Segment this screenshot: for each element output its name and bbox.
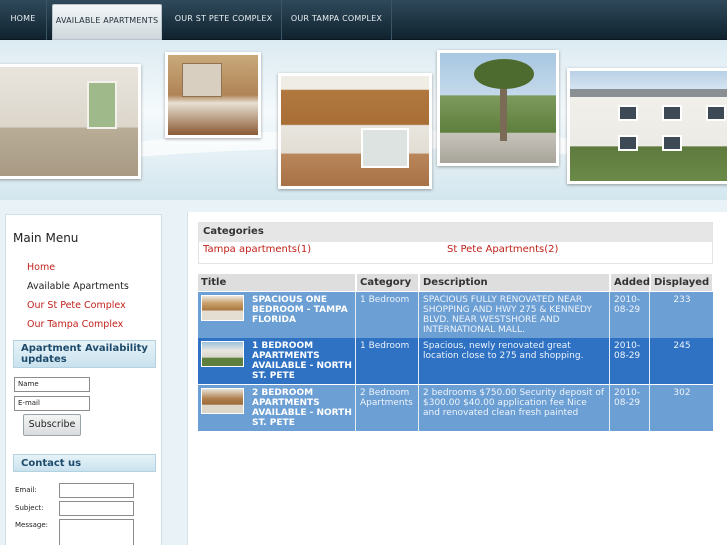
column-header-added[interactable]: Added	[611, 274, 650, 291]
header-banner	[0, 40, 727, 200]
listing-title[interactable]: 2 BEDROOM APARTMENTS AVAILABLE - NORTH S…	[252, 388, 354, 428]
listing-added-date: 2010-08-29	[611, 338, 650, 384]
column-header-description[interactable]: Description	[420, 274, 610, 291]
nav-st-pete-complex[interactable]: OUR ST PETE COMPLEX	[166, 0, 282, 40]
nav-tampa-complex[interactable]: OUR TAMPA COMPLEX	[282, 0, 392, 40]
banner-photo-bathroom	[165, 52, 261, 138]
categories-box: Categories Tampa apartments(1) St Pete A…	[198, 222, 713, 264]
main-content: Categories Tampa apartments(1) St Pete A…	[187, 212, 727, 545]
listing-description: SPACIOUS FULLY RENOVATED NEAR SHOPPING A…	[420, 292, 610, 338]
contact-email-label: Email:	[15, 486, 37, 494]
categories-title: Categories	[199, 223, 712, 242]
column-header-title[interactable]: Title	[198, 274, 356, 291]
menu-item-st-pete-complex[interactable]: Our St Pete Complex	[27, 300, 126, 311]
banner-photo-kitchen	[278, 73, 432, 189]
menu-item-available-apartments[interactable]: Available Apartments	[27, 281, 129, 292]
listing-title-cell[interactable]: 1 BEDROOM APARTMENTS AVAILABLE - NORTH S…	[198, 338, 356, 384]
listing-displayed-count: 245	[673, 341, 691, 351]
listing-title[interactable]: SPACIOUS ONE BEDROOM - TAMPA FLORIDA	[252, 295, 354, 325]
listing-displayed-count: 302	[673, 388, 691, 398]
name-field[interactable]: Name	[14, 377, 90, 392]
table-row[interactable]: SPACIOUS ONE BEDROOM - TAMPA FLORIDA 1 B…	[198, 292, 713, 338]
contact-subject-label: Subject:	[15, 504, 44, 512]
nav-available-apartments[interactable]: AVAILABLE APARTMENTS	[52, 4, 162, 40]
top-navigation: HOME AVAILABLE APARTMENTS OUR ST PETE CO…	[0, 0, 727, 40]
listing-category: 1 Bedroom	[357, 338, 419, 384]
contact-message-textarea[interactable]	[59, 519, 134, 545]
roof	[570, 89, 727, 97]
listing-added-date: 2010-08-29	[611, 385, 650, 431]
subscribe-button[interactable]: Subscribe	[23, 414, 81, 436]
listing-category: 1 Bedroom	[357, 292, 419, 338]
window	[87, 81, 117, 129]
table-row[interactable]: 2 BEDROOM APARTMENTS AVAILABLE - NORTH S…	[198, 385, 713, 431]
window	[361, 128, 409, 168]
menu-item-home[interactable]: Home	[27, 262, 55, 273]
window	[662, 135, 682, 151]
menu-item-tampa-complex[interactable]: Our Tampa Complex	[27, 319, 123, 330]
listing-description: 2 bedrooms $750.00 Security deposit of $…	[420, 385, 610, 431]
column-header-displayed[interactable]: Displayed	[651, 274, 713, 291]
listing-added-date: 2010-08-29	[611, 292, 650, 338]
contact-message-label: Message:	[15, 521, 49, 529]
contact-subject-input[interactable]	[59, 501, 134, 516]
contact-us-heading: Contact us	[13, 454, 156, 472]
nav-home[interactable]: HOME	[0, 0, 47, 40]
main-menu-title: Main Menu	[13, 231, 79, 245]
listing-thumbnail[interactable]	[201, 341, 244, 367]
availability-updates-heading: Apartment Availability updates	[13, 340, 156, 368]
listing-title-cell[interactable]: 2 BEDROOM APARTMENTS AVAILABLE - NORTH S…	[198, 385, 356, 431]
mirror	[182, 63, 222, 97]
listing-title[interactable]: 1 BEDROOM APARTMENTS AVAILABLE - NORTH S…	[252, 341, 354, 381]
banner-photo-palm-tree	[437, 50, 559, 166]
table-row[interactable]: 1 BEDROOM APARTMENTS AVAILABLE - NORTH S…	[198, 338, 713, 384]
palm-leaves	[474, 59, 534, 89]
window	[618, 105, 638, 121]
category-link-tampa[interactable]: Tampa apartments(1)	[203, 244, 311, 255]
contact-email-input[interactable]	[59, 483, 134, 498]
window	[706, 105, 726, 121]
listing-displayed-count: 233	[673, 295, 691, 305]
banner-photo-empty-room	[0, 64, 141, 179]
banner-photo-building	[567, 68, 727, 184]
listing-thumbnail[interactable]	[201, 388, 244, 414]
listing-title-cell[interactable]: SPACIOUS ONE BEDROOM - TAMPA FLORIDA	[198, 292, 356, 338]
listing-category: 2 Bedroom Apartments	[357, 385, 419, 431]
email-field[interactable]: E-mail	[14, 396, 90, 411]
window	[662, 105, 682, 121]
listing-description: Spacious, newly renovated great location…	[420, 338, 610, 384]
category-link-st-pete[interactable]: St Pete Apartments(2)	[447, 244, 558, 255]
column-header-category[interactable]: Category	[357, 274, 419, 291]
window	[618, 135, 638, 151]
listing-thumbnail[interactable]	[201, 295, 244, 321]
left-sidebar: Main Menu Home Available Apartments Our …	[5, 214, 162, 545]
